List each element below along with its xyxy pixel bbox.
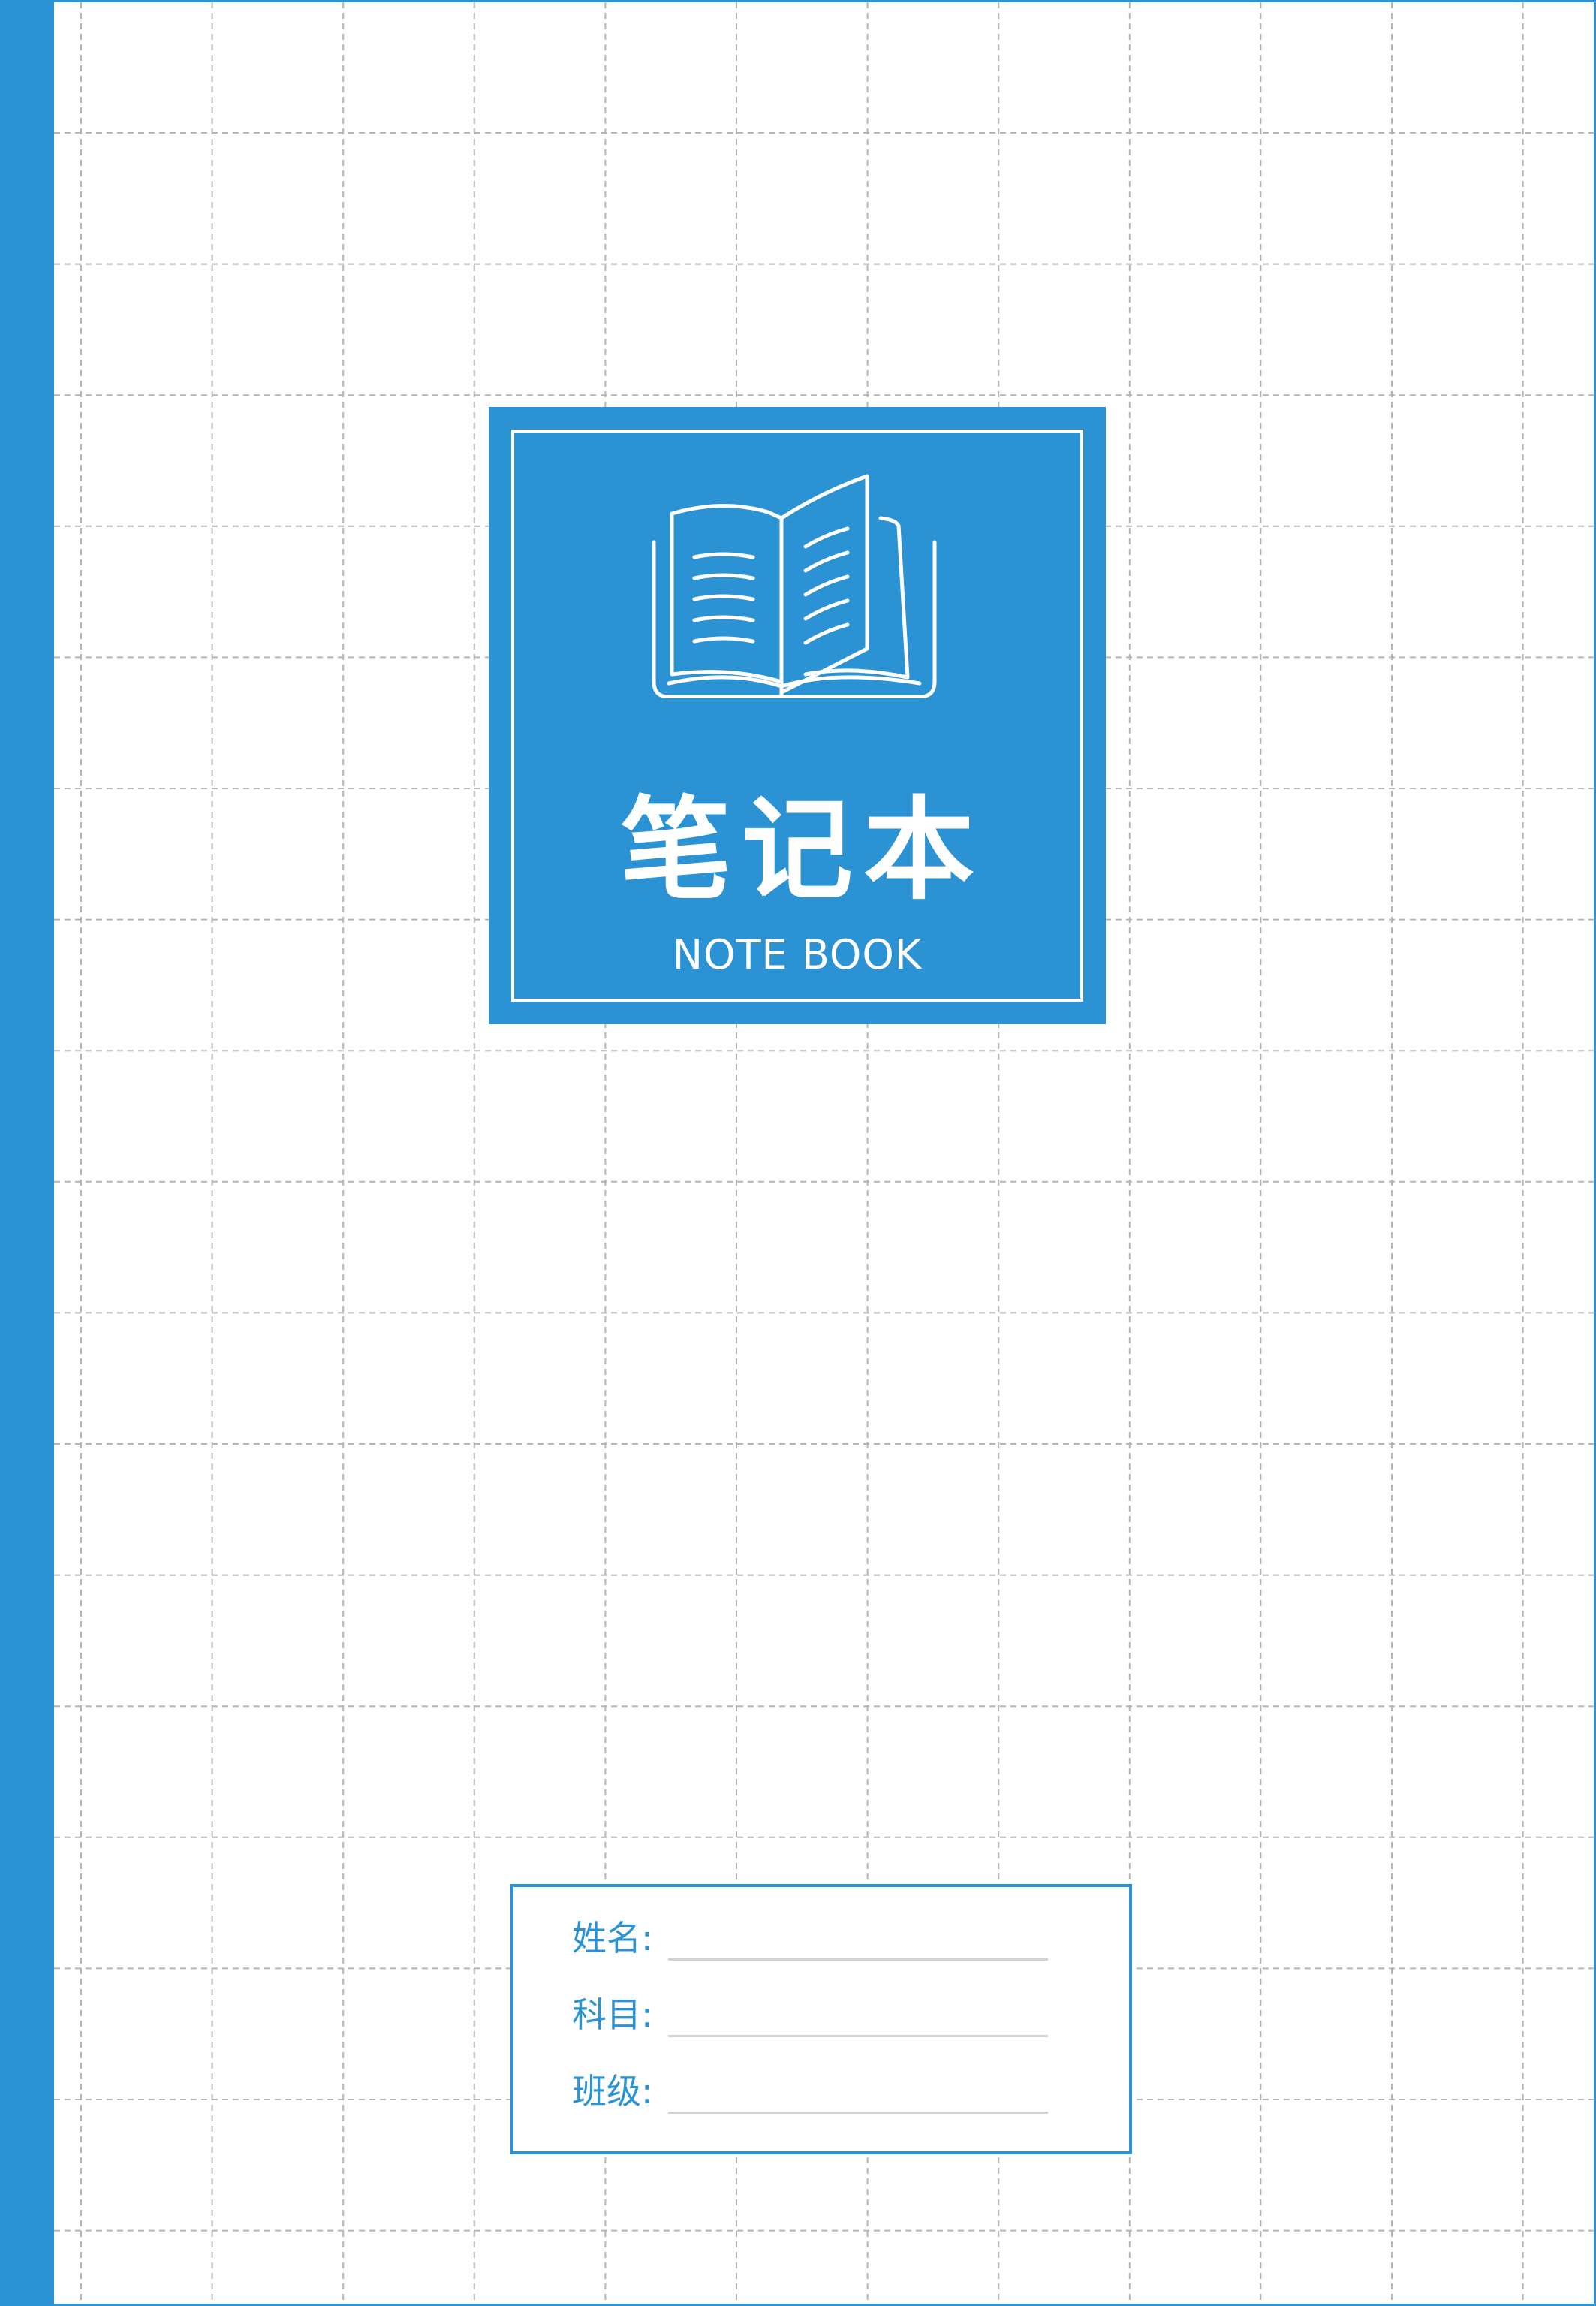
subject-field[interactable]: 科目: — [572, 1988, 1068, 2040]
cover-spine — [0, 2, 54, 2304]
notebook-cover: 笔记本 NOTE BOOK 姓名: 科目: 班级: — [0, 0, 1596, 2306]
open-book-icon — [652, 474, 937, 698]
name-label: 姓名: — [572, 1918, 653, 1958]
title-card: 笔记本 NOTE BOOK — [489, 407, 1106, 1024]
name-underline[interactable] — [668, 1958, 1048, 1961]
name-field[interactable]: 姓名: — [572, 1911, 1068, 1964]
info-box: 姓名: 科目: 班级: — [510, 1884, 1132, 2154]
subject-label: 科目: — [572, 1994, 653, 2035]
class-field[interactable]: 班级: — [572, 2064, 1068, 2117]
cover-subtitle: NOTE BOOK — [672, 931, 923, 978]
subject-underline[interactable] — [668, 2035, 1048, 2037]
class-underline[interactable] — [668, 2112, 1048, 2114]
class-label: 班级: — [572, 2071, 653, 2112]
cover-title: 笔记本 — [620, 785, 985, 915]
